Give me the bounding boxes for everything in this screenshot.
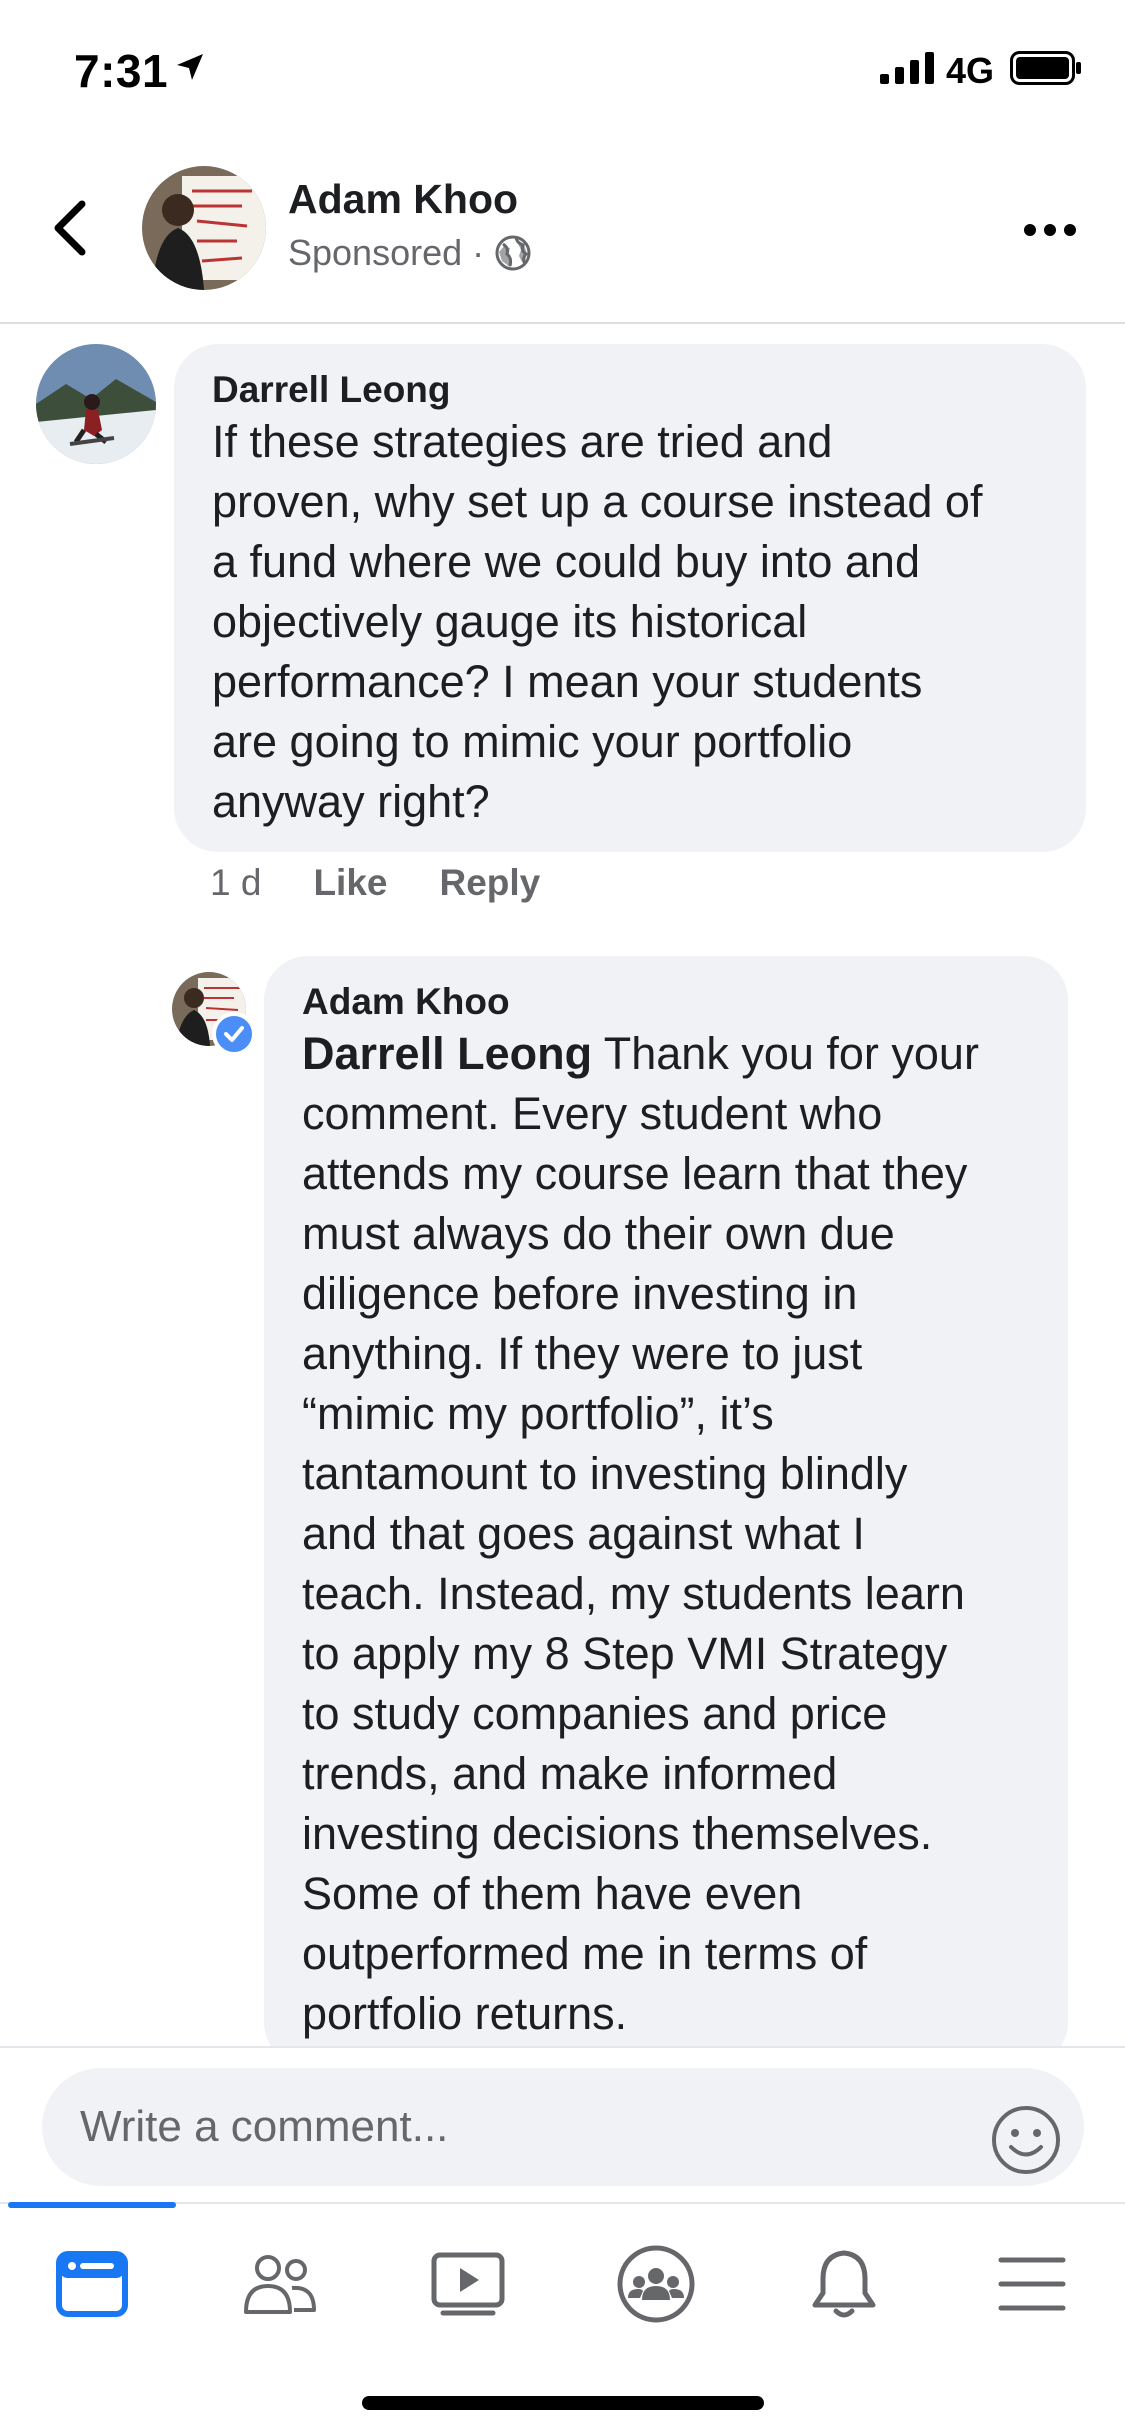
comment-text: If these strategies are tried and proven… — [212, 416, 983, 827]
comment-actions: 1 d Like Reply — [210, 862, 540, 904]
comment-time: 1 d — [210, 862, 262, 903]
comment-input[interactable] — [42, 2068, 1084, 2186]
mention-link[interactable]: Darrell Leong — [302, 1028, 592, 1079]
notifications-icon — [812, 2250, 876, 2318]
status-bar: 7:31 4G — [0, 0, 1125, 140]
reply-bubble[interactable]: Adam Khoo Darrell Leong Thank you for yo… — [264, 956, 1068, 2066]
battery-icon — [1010, 51, 1081, 85]
page-avatar[interactable] — [142, 166, 266, 290]
groups-icon — [617, 2245, 695, 2323]
status-time: 7:31 — [74, 45, 169, 97]
emoji-icon[interactable] — [990, 2104, 1062, 2176]
location-arrow-icon — [177, 54, 203, 80]
sponsored-label: Sponsored — [288, 232, 463, 273]
tab-notifications[interactable] — [794, 2234, 894, 2334]
tab-friends[interactable] — [230, 2234, 330, 2334]
network-type: 4G — [946, 50, 995, 91]
reply-button[interactable]: Reply — [439, 862, 540, 904]
post-header: Adam Khoo Sponsored · — [0, 140, 1125, 324]
home-indicator — [362, 2396, 764, 2410]
reply-author[interactable]: Adam Khoo — [302, 980, 979, 1024]
tab-news-feed[interactable] — [42, 2234, 142, 2334]
reply-text: Darrell Leong Thank you for your comment… — [302, 1028, 979, 2039]
comment-bubble[interactable]: Darrell Leong If these strategies are tr… — [174, 344, 1086, 852]
verified-badge-icon — [212, 1012, 256, 1056]
tab-watch[interactable] — [418, 2234, 518, 2334]
news-feed-icon — [56, 2251, 128, 2317]
menu-icon — [998, 2257, 1066, 2311]
back-button[interactable] — [46, 196, 96, 260]
more-options-icon[interactable] — [1020, 210, 1080, 250]
active-tab-indicator — [8, 2202, 176, 2208]
comment-author[interactable]: Darrell Leong — [212, 368, 982, 412]
cellular-signal-icon — [880, 52, 934, 84]
like-button[interactable]: Like — [313, 862, 387, 904]
commenter-avatar[interactable] — [36, 344, 156, 464]
watch-icon — [431, 2252, 505, 2316]
comment-composer — [0, 2046, 1125, 2202]
tab-groups[interactable] — [606, 2234, 706, 2334]
meta-separator: · — [472, 232, 485, 273]
friends-icon — [244, 2255, 316, 2314]
page-name[interactable]: Adam Khoo — [288, 176, 518, 223]
tab-menu[interactable] — [982, 2234, 1082, 2334]
globe-icon — [495, 235, 531, 271]
post-meta: Sponsored · — [288, 232, 532, 274]
